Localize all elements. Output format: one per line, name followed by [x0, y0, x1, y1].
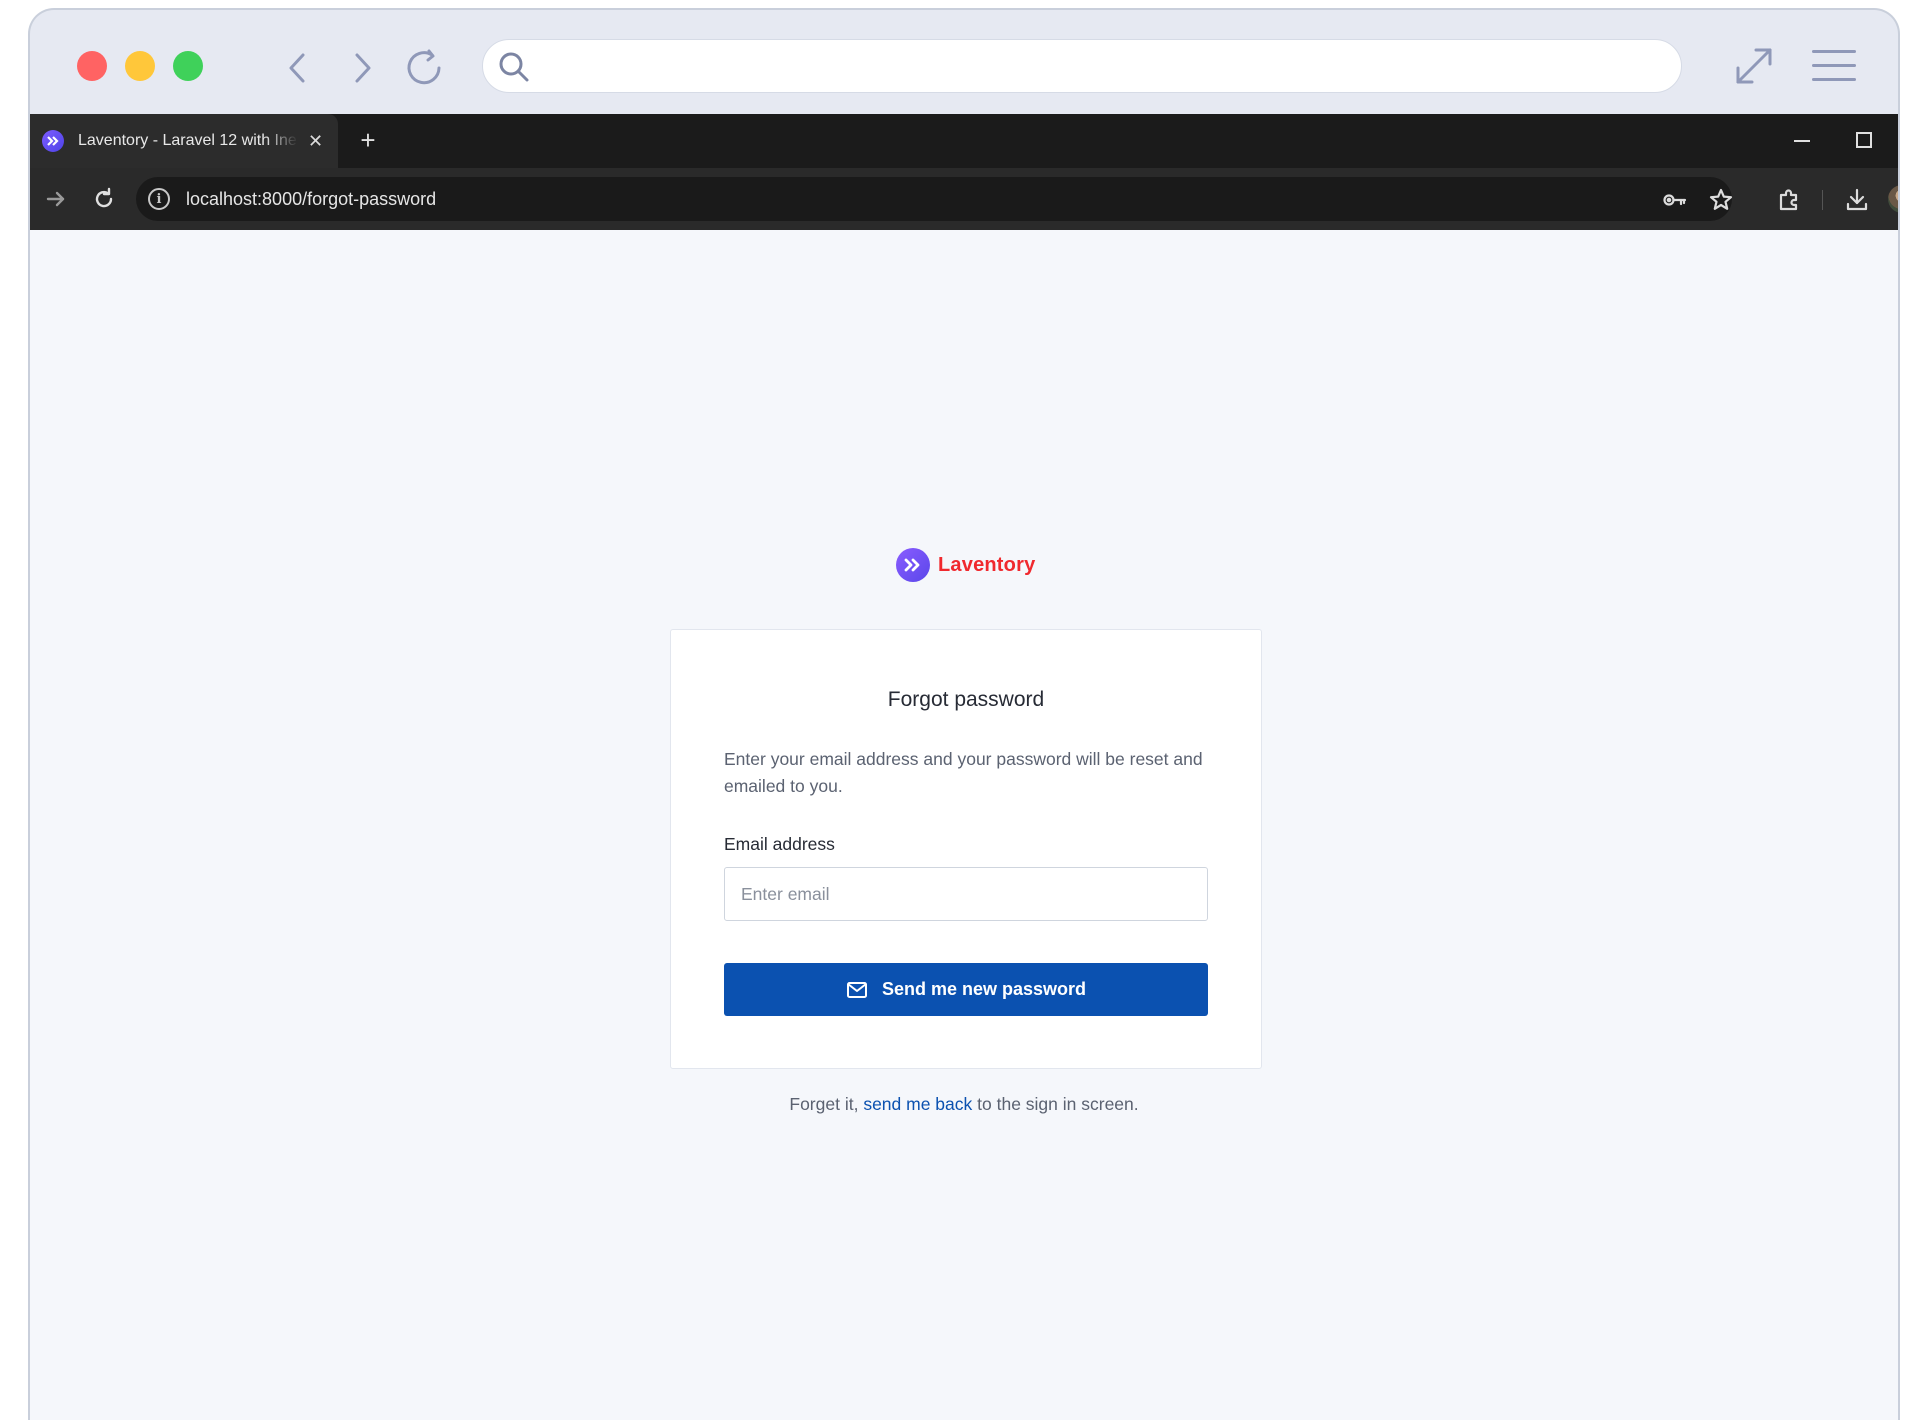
send-me-back-link[interactable]: send me back	[863, 1094, 972, 1114]
mac-window-frame: Laventory - Laravel 12 with Inertia ✕ + …	[28, 8, 1900, 1420]
email-field[interactable]	[724, 867, 1208, 921]
mail-icon	[846, 981, 868, 999]
laventory-logo-icon	[896, 548, 930, 582]
omnibar-row: i localhost:8000/forgot-password	[30, 168, 1898, 230]
laventory-logo-icon	[42, 130, 64, 152]
browser-tab[interactable]: Laventory - Laravel 12 with Inertia ✕	[30, 114, 338, 168]
search-bar[interactable]	[482, 39, 1682, 93]
key-icon[interactable]	[1662, 187, 1688, 213]
download-icon[interactable]	[1844, 187, 1870, 213]
toolbar-divider	[1822, 190, 1823, 210]
forward-arrow-icon[interactable]	[44, 187, 68, 211]
zoom-window-button[interactable]	[173, 51, 203, 81]
minimize-window-button[interactable]	[125, 51, 155, 81]
footer-prefix: Forget it,	[789, 1094, 859, 1114]
new-tab-button[interactable]: +	[354, 126, 382, 154]
search-icon	[497, 50, 531, 89]
send-new-password-button[interactable]: Send me new password	[724, 963, 1208, 1016]
card-title: Forgot password	[887, 688, 1045, 711]
expand-icon	[1736, 48, 1772, 84]
back-button[interactable]	[278, 48, 318, 88]
minimize-icon[interactable]	[1794, 140, 1810, 142]
card-description: Enter your email address and your passwo…	[724, 749, 1203, 796]
mac-toolbar	[30, 10, 1898, 114]
brand-name: Laventory	[938, 553, 1036, 576]
reload-icon[interactable]	[92, 187, 116, 211]
tab-strip: Laventory - Laravel 12 with Inertia ✕ +	[30, 114, 1898, 168]
tab-close-icon[interactable]: ✕	[308, 132, 323, 150]
browser-chrome: Laventory - Laravel 12 with Inertia ✕ + …	[30, 114, 1898, 230]
puzzle-icon[interactable]	[1776, 187, 1802, 213]
menu-line-icon	[1812, 64, 1856, 67]
send-button-label: Send me new password	[881, 979, 1087, 999]
star-icon[interactable]	[1708, 187, 1734, 213]
maximize-icon[interactable]	[1856, 132, 1872, 148]
hamburger-menu-button[interactable]	[1812, 48, 1858, 84]
footer-suffix: to the sign in screen.	[977, 1094, 1139, 1114]
email-label: Email address	[724, 834, 835, 854]
menu-line-icon	[1812, 50, 1856, 53]
chevron-right-icon	[355, 53, 371, 83]
forward-button[interactable]	[342, 48, 382, 88]
expand-button[interactable]	[1730, 42, 1778, 90]
reload-icon	[407, 49, 441, 85]
forgot-password-card: Forgot password Enter your email address…	[670, 629, 1262, 1069]
url-text[interactable]: localhost:8000/forgot-password	[186, 189, 436, 210]
page-content: Laventory Forgot password Enter your ema…	[30, 230, 1898, 1420]
back-to-signin-line: Forget it, send me back to the sign in s…	[30, 1094, 1898, 1115]
tab-title: Laventory - Laravel 12 with Inertia	[78, 132, 298, 149]
address-bar[interactable]: i localhost:8000/forgot-password	[136, 177, 1732, 221]
profile-avatar[interactable]	[1888, 185, 1898, 213]
chevron-left-icon	[289, 53, 305, 83]
brand-logo[interactable]: Laventory	[896, 548, 1035, 582]
reload-button[interactable]	[398, 42, 450, 94]
close-window-button[interactable]	[77, 51, 107, 81]
menu-line-icon	[1812, 78, 1856, 81]
site-info-icon[interactable]: i	[148, 188, 170, 210]
